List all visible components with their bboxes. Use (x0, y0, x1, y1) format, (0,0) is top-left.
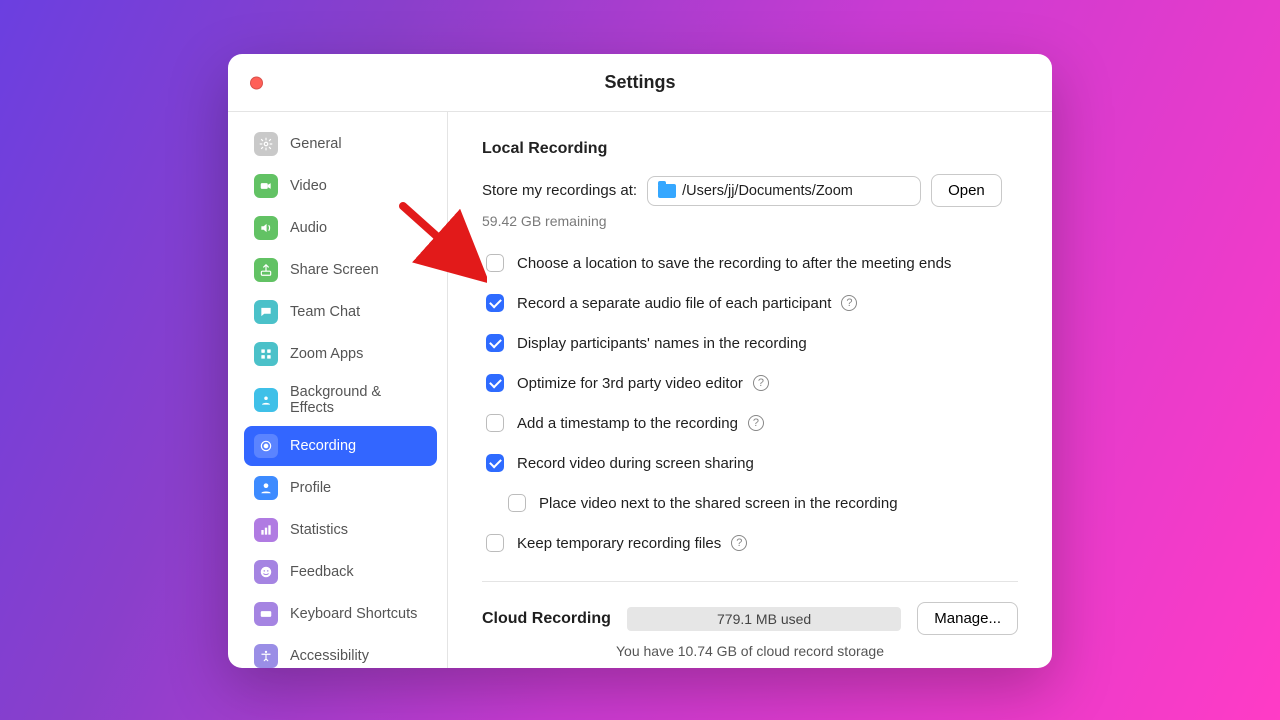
sidebar-item-keyboard-shortcuts[interactable]: Keyboard Shortcuts (244, 594, 437, 634)
sidebar-item-label: Recording (290, 438, 356, 454)
titlebar: Settings (228, 54, 1052, 112)
store-path-row: Store my recordings at: /Users/jj/Docume… (482, 174, 1018, 207)
audio-icon (254, 216, 278, 240)
place-video-checkbox[interactable] (508, 494, 526, 512)
optimize-3p-checkbox[interactable] (486, 374, 504, 392)
open-folder-button[interactable]: Open (931, 174, 1002, 207)
sidebar-item-label: Background & Effects (290, 384, 427, 416)
settings-sidebar: General Video Audio Share Screen Team Chat Zo… (228, 112, 448, 668)
sidebar-item-label: Accessibility (290, 648, 369, 664)
optimize-3p-label: Optimize for 3rd party video editor (517, 375, 743, 392)
display-names-checkbox[interactable] (486, 334, 504, 352)
help-icon[interactable]: ? (841, 295, 857, 311)
record-video-ss-checkbox[interactable] (486, 454, 504, 472)
sidebar-item-zoom-apps[interactable]: Zoom Apps (244, 334, 437, 374)
share-icon (254, 258, 278, 282)
sidebar-item-label: Zoom Apps (290, 346, 363, 362)
sidebar-item-audio[interactable]: Audio (244, 208, 437, 248)
cloud-storage-note: You have 10.74 GB of cloud record storag… (482, 643, 1018, 659)
help-icon[interactable]: ? (731, 535, 747, 551)
sidebar-item-label: Share Screen (290, 262, 379, 278)
sidebar-item-label: Audio (290, 220, 327, 236)
window-title: Settings (604, 72, 675, 93)
profile-icon (254, 476, 278, 500)
cloud-usage-bar: 779.1 MB used (627, 607, 901, 631)
window-body: General Video Audio Share Screen Team Chat Zo… (228, 112, 1052, 668)
cloud-recording-heading: Cloud Recording (482, 610, 611, 628)
sidebar-item-label: Feedback (290, 564, 354, 580)
sidebar-item-label: Team Chat (290, 304, 360, 320)
cloud-recording-row: Cloud Recording 779.1 MB used Manage... (482, 602, 1018, 635)
option-timestamp: Add a timestamp to the recording? (482, 411, 1018, 435)
sidebar-item-label: Profile (290, 480, 331, 496)
feedback-icon (254, 560, 278, 584)
separate-audio-checkbox[interactable] (486, 294, 504, 312)
manage-cloud-button[interactable]: Manage... (917, 602, 1018, 635)
sidebar-item-label: Keyboard Shortcuts (290, 606, 417, 622)
sidebar-item-label: General (290, 136, 342, 152)
store-path-field[interactable]: /Users/jj/Documents/Zoom (647, 176, 921, 206)
sidebar-item-general[interactable]: General (244, 124, 437, 164)
sidebar-item-recording[interactable]: Recording (244, 426, 437, 466)
timestamp-label: Add a timestamp to the recording (517, 415, 738, 432)
record-icon (254, 434, 278, 458)
keyboard-icon (254, 602, 278, 626)
sidebar-item-team-chat[interactable]: Team Chat (244, 292, 437, 332)
folder-icon (658, 184, 676, 198)
option-keep-temp: Keep temporary recording files? (482, 531, 1018, 555)
sidebar-item-profile[interactable]: Profile (244, 468, 437, 508)
chat-icon (254, 300, 278, 324)
gear-icon (254, 132, 278, 156)
option-record-video-ss: Record video during screen sharing (482, 451, 1018, 475)
disk-remaining-label: 59.42 GB remaining (482, 213, 1018, 229)
help-icon[interactable]: ? (753, 375, 769, 391)
sidebar-item-feedback[interactable]: Feedback (244, 552, 437, 592)
sidebar-item-share-screen[interactable]: Share Screen (244, 250, 437, 290)
sidebar-item-label: Statistics (290, 522, 348, 538)
option-separate-audio: Record a separate audio file of each par… (482, 291, 1018, 315)
bg-icon (254, 388, 278, 412)
settings-window: Settings General Video Audio Share Screen Te… (228, 54, 1052, 668)
separate-audio-label: Record a separate audio file of each par… (517, 295, 831, 312)
store-path-value: /Users/jj/Documents/Zoom (682, 183, 853, 199)
recording-options-list: Choose a location to save the recording … (482, 251, 1018, 555)
stats-icon (254, 518, 278, 542)
a11y-icon (254, 644, 278, 668)
display-names-label: Display participants' names in the recor… (517, 335, 807, 352)
sidebar-item-background-effects[interactable]: Background & Effects (244, 376, 437, 424)
option-display-names: Display participants' names in the recor… (482, 331, 1018, 355)
sidebar-item-video[interactable]: Video (244, 166, 437, 206)
help-icon[interactable]: ? (748, 415, 764, 431)
option-choose-location: Choose a location to save the recording … (482, 251, 1018, 275)
sidebar-item-accessibility[interactable]: Accessibility (244, 636, 437, 668)
timestamp-checkbox[interactable] (486, 414, 504, 432)
place-video-label: Place video next to the shared screen in… (539, 495, 898, 512)
record-video-ss-label: Record video during screen sharing (517, 455, 754, 472)
sidebar-item-label: Video (290, 178, 327, 194)
apps-icon (254, 342, 278, 366)
choose-location-checkbox[interactable] (486, 254, 504, 272)
settings-content: Local Recording Store my recordings at: … (448, 112, 1052, 668)
store-path-label: Store my recordings at: (482, 182, 637, 199)
option-optimize-3p: Optimize for 3rd party video editor? (482, 371, 1018, 395)
option-place-video: Place video next to the shared screen in… (504, 491, 1018, 515)
local-recording-heading: Local Recording (482, 140, 1018, 158)
sidebar-item-statistics[interactable]: Statistics (244, 510, 437, 550)
cloud-usage-label: 779.1 MB used (717, 611, 811, 627)
video-icon (254, 174, 278, 198)
keep-temp-checkbox[interactable] (486, 534, 504, 552)
section-divider (482, 581, 1018, 582)
keep-temp-label: Keep temporary recording files (517, 535, 721, 552)
choose-location-label: Choose a location to save the recording … (517, 255, 951, 272)
close-window-button[interactable] (250, 76, 263, 89)
